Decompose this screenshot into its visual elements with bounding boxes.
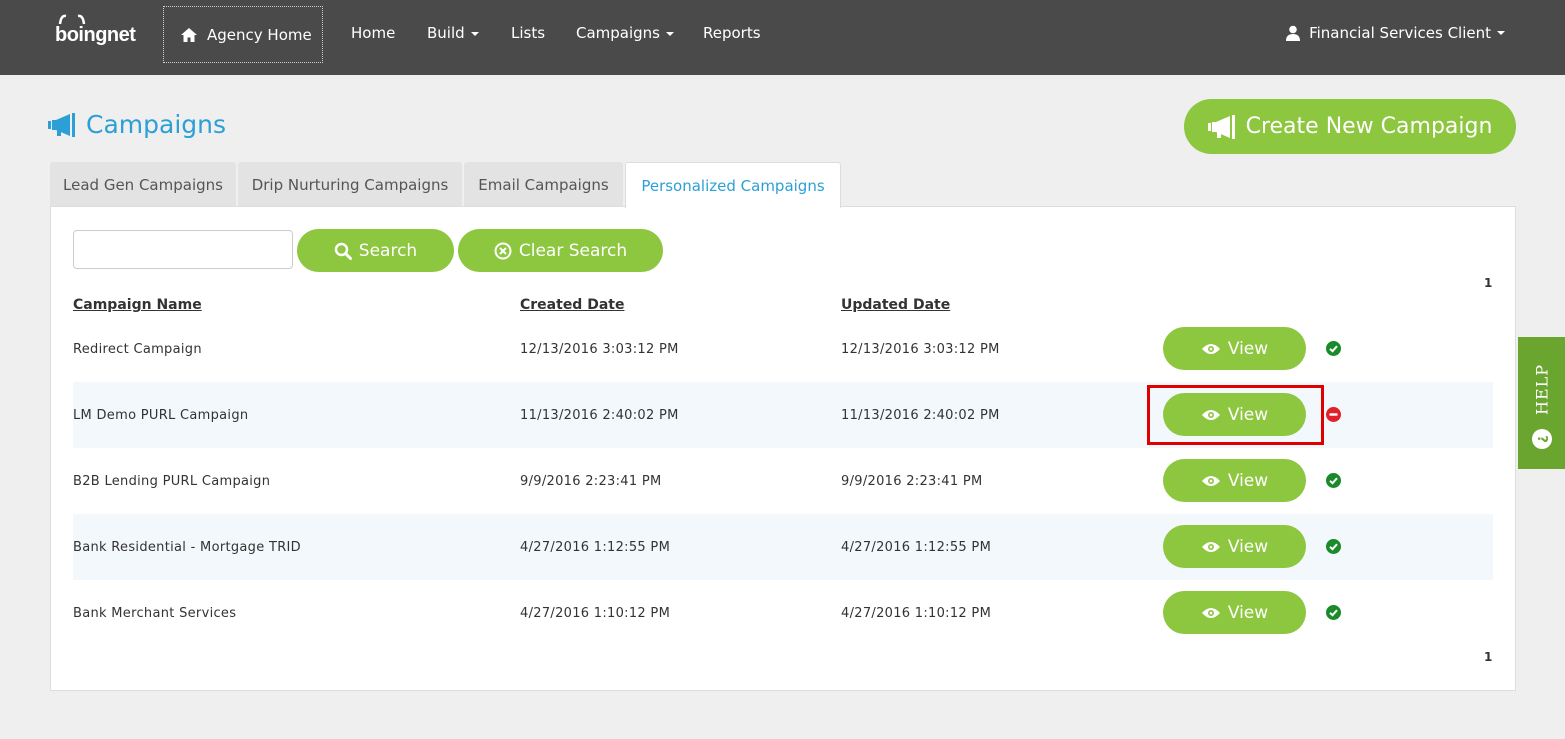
brand-logo[interactable]: boingnet (55, 14, 145, 48)
nav-build[interactable]: Build (427, 24, 479, 42)
tab-lead-gen-campaigns[interactable]: Lead Gen Campaigns (50, 162, 236, 207)
nav-reports-label: Reports (703, 24, 761, 42)
view-button[interactable]: View (1163, 525, 1306, 568)
pagination-top-page-1[interactable]: 1 (1484, 276, 1492, 290)
tab-personalized-campaigns[interactable]: Personalized Campaigns (625, 162, 841, 208)
created-date: 12/13/2016 3:03:12 PM (520, 341, 679, 357)
table-row: LM Demo PURL Campaign 11/13/2016 2:40:02… (73, 382, 1493, 448)
top-navbar: boingnet Agency Home Home Build Lists Ca… (0, 0, 1565, 75)
eye-icon (1201, 607, 1220, 618)
question-mark-icon: ? (1532, 429, 1552, 449)
logo-wordmark: boingnet (55, 24, 136, 46)
created-date: 9/9/2016 2:23:41 PM (520, 473, 662, 489)
nav-home-label: Home (351, 24, 396, 42)
eye-icon (1201, 475, 1220, 486)
campaign-name: Bank Merchant Services (73, 605, 237, 621)
updated-date: 9/9/2016 2:23:41 PM (841, 473, 983, 489)
column-header-campaign-name[interactable]: Campaign Name (73, 297, 202, 313)
view-button[interactable]: View (1163, 393, 1306, 436)
megaphone-icon (48, 112, 75, 137)
nav-build-label: Build (427, 24, 465, 42)
created-date: 4/27/2016 1:10:12 PM (520, 605, 671, 621)
agency-home-button[interactable]: Agency Home (163, 6, 323, 63)
help-side-tab[interactable]: HELP ? (1518, 337, 1565, 469)
table-row: Bank Merchant Services 4/27/2016 1:10:12… (73, 580, 1493, 646)
user-name: Financial Services Client (1309, 24, 1491, 42)
tab-label: Personalized Campaigns (641, 176, 825, 195)
updated-date: 4/27/2016 1:10:12 PM (841, 605, 992, 621)
search-icon (334, 242, 352, 260)
megaphone-icon (1207, 114, 1235, 139)
pagination-bottom-page-1[interactable]: 1 (1484, 650, 1492, 664)
created-date: 4/27/2016 1:12:55 PM (520, 539, 671, 555)
view-button[interactable]: View (1163, 327, 1306, 370)
status-inactive-minus-icon (1326, 407, 1341, 422)
clear-circle-icon (494, 242, 512, 259)
search-button[interactable]: Search (297, 229, 454, 272)
create-new-campaign-button[interactable]: Create New Campaign (1184, 99, 1516, 154)
tab-email-campaigns[interactable]: Email Campaigns (464, 162, 623, 207)
search-button-label: Search (358, 240, 418, 261)
caret-down-icon (1497, 31, 1505, 35)
updated-date: 11/13/2016 2:40:02 PM (841, 407, 1000, 423)
user-menu[interactable]: Financial Services Client (1285, 24, 1505, 42)
column-header-created-date[interactable]: Created Date (520, 297, 624, 313)
eye-icon (1201, 343, 1220, 354)
clear-search-button[interactable]: Clear Search (458, 229, 663, 272)
search-input[interactable] (73, 230, 293, 269)
nav-campaigns-label: Campaigns (576, 24, 661, 42)
create-new-campaign-label: Create New Campaign (1245, 114, 1493, 139)
view-button[interactable]: View (1163, 459, 1306, 502)
caret-down-icon (470, 31, 479, 36)
view-button-label: View (1227, 338, 1269, 359)
nav-lists-label: Lists (511, 24, 546, 42)
campaign-name: Bank Residential - Mortgage TRID (73, 539, 301, 555)
view-button-label: View (1227, 602, 1269, 623)
nav-campaigns[interactable]: Campaigns (576, 24, 675, 42)
nav-reports[interactable]: Reports (703, 24, 761, 42)
status-active-check-icon (1326, 473, 1341, 488)
tab-label: Drip Nurturing Campaigns (251, 175, 449, 194)
column-header-updated-date[interactable]: Updated Date (841, 297, 950, 313)
clear-search-label: Clear Search (518, 240, 628, 261)
table-row: B2B Lending PURL Campaign 9/9/2016 2:23:… (73, 448, 1493, 514)
nav-lists[interactable]: Lists (511, 24, 545, 42)
table-row: Bank Residential - Mortgage TRID 4/27/20… (73, 514, 1493, 580)
created-date: 11/13/2016 2:40:02 PM (520, 407, 679, 423)
eye-icon (1201, 541, 1220, 552)
caret-down-icon (666, 31, 675, 36)
view-button-label: View (1227, 536, 1269, 557)
page-title: Campaigns (48, 110, 226, 139)
view-button[interactable]: View (1163, 591, 1306, 634)
status-active-check-icon (1326, 539, 1341, 554)
nav-home[interactable]: Home (351, 24, 395, 42)
page-title-text: Campaigns (86, 110, 227, 139)
tab-label: Lead Gen Campaigns (63, 175, 223, 194)
tab-label: Email Campaigns (478, 175, 609, 194)
updated-date: 12/13/2016 3:03:12 PM (841, 341, 1000, 357)
view-button-label: View (1227, 470, 1269, 491)
user-icon (1286, 25, 1301, 41)
agency-home-label: Agency Home (207, 25, 312, 44)
status-active-check-icon (1326, 605, 1341, 620)
eye-icon (1201, 409, 1220, 420)
campaign-name: B2B Lending PURL Campaign (73, 473, 271, 489)
table-row: Redirect Campaign 12/13/2016 3:03:12 PM … (73, 316, 1493, 382)
campaign-name: LM Demo PURL Campaign (73, 407, 249, 423)
updated-date: 4/27/2016 1:12:55 PM (841, 539, 992, 555)
home-icon (181, 27, 197, 42)
campaign-name: Redirect Campaign (73, 341, 202, 357)
help-label: HELP (1532, 363, 1552, 415)
view-button-label: View (1227, 404, 1269, 425)
tab-drip-nurturing-campaigns[interactable]: Drip Nurturing Campaigns (238, 162, 462, 207)
status-active-check-icon (1326, 341, 1341, 356)
